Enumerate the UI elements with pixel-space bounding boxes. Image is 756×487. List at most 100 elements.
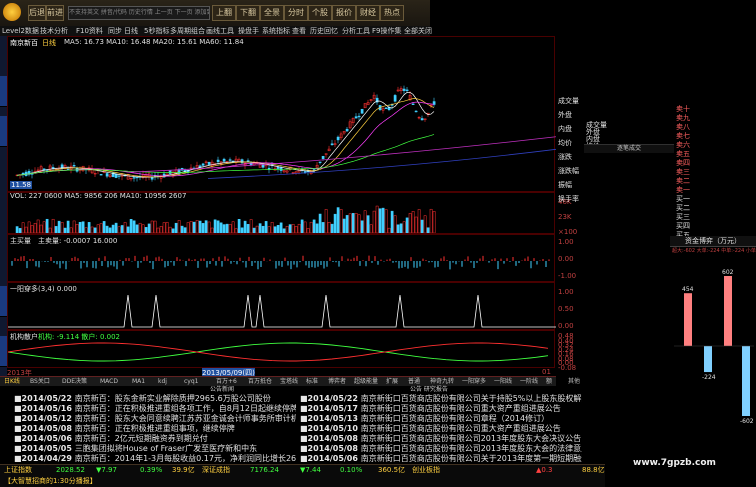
- kline-candle: [222, 158, 226, 162]
- pagedown-button[interactable]: 下翻: [236, 5, 260, 21]
- side-tab-2[interactable]: [0, 116, 7, 147]
- volume-bar: [354, 212, 358, 233]
- menu-day[interactable]: 日线: [124, 26, 138, 36]
- indicator-tab[interactable]: 百万抵仓: [248, 377, 272, 386]
- indicator-tab[interactable]: MA1: [132, 377, 145, 386]
- indicator-tab[interactable]: 额: [546, 377, 552, 386]
- news-right-item[interactable]: ■2014/05/08 南京新街口百货商店股份有限公司2013年度股东大会决议公…: [300, 434, 582, 444]
- menu-level2[interactable]: Level2数据: [2, 26, 39, 36]
- quote-button[interactable]: 报价: [332, 5, 356, 21]
- hot-button[interactable]: 热点: [380, 5, 404, 21]
- macd-panel[interactable]: 主买量 主卖量: -0.0007 16.000: [7, 234, 555, 282]
- indicator-tab[interactable]: 扩展: [386, 377, 398, 386]
- volume-bar: [192, 221, 196, 233]
- indicator-tab[interactable]: 其他: [568, 377, 580, 386]
- news-right-item[interactable]: ■2014/05/22 南京新街口百货商店股份有限公司关于持股5%以上股东股权解…: [300, 394, 582, 404]
- indicator-tab[interactable]: MACD: [100, 377, 118, 386]
- volume-bar: [114, 222, 118, 233]
- menu-tech[interactable]: 技术分析: [40, 26, 68, 36]
- news-right-item[interactable]: ■2014/05/06 南京新街口百货商店股份有限公司关于2013年度第一期短期…: [300, 454, 582, 464]
- volume-bar: [261, 225, 265, 233]
- volume-panel[interactable]: VOL: 227 0600 MA5: 9856 206 MA10: 10956 …: [7, 192, 555, 234]
- indicator-tab[interactable]: 宝塔线: [280, 377, 298, 386]
- news-left-item[interactable]: ■2014/05/06 南京新百：2亿元短期融资券到期兑付: [14, 434, 296, 444]
- news-left-item[interactable]: ■2014/04/29 南京新百：2014年1-3月每股收益0.17元，净利润同…: [14, 454, 296, 464]
- news-left-item[interactable]: ■2014/05/22 南京新百：股东金新实业解除质押2965.6万股公司股份: [14, 394, 296, 404]
- news-left-item[interactable]: ■2014/05/05 三胞集团拟将House of Fraser广发至医疗新和…: [14, 444, 296, 454]
- macd-tick: 0.00: [558, 255, 574, 263]
- indicator-tab[interactable]: 百万+6: [216, 377, 237, 386]
- x-axis: 2013年 2013/05/09(四) 01: [7, 368, 555, 378]
- menu-view[interactable]: 查看: [292, 26, 306, 36]
- finance-button[interactable]: 财经: [356, 5, 380, 21]
- news-left-item[interactable]: ■2014/05/16 南京新百：正在积极推进重组各项工作，自8月12日起继续停…: [14, 404, 296, 414]
- volume-bar: [105, 225, 109, 233]
- indicator-tab[interactable]: 标准: [306, 377, 318, 386]
- indicator-tab[interactable]: 博弈者: [328, 377, 346, 386]
- side-tab-1[interactable]: [0, 76, 7, 107]
- back-button[interactable]: 后退: [28, 5, 46, 21]
- fund-bar: [724, 276, 732, 346]
- overview-button[interactable]: 全景: [260, 5, 284, 21]
- forward-button[interactable]: 前进: [46, 5, 64, 21]
- indicator-tab[interactable]: kdj: [158, 377, 167, 386]
- indicator-tab[interactable]: 一阶线: [520, 377, 538, 386]
- volume-bar: [399, 223, 403, 233]
- menu-f10[interactable]: F10资料: [76, 26, 103, 36]
- fundflow-panel[interactable]: 机构散户 机构: -9.114 散户: 0.002: [7, 330, 555, 368]
- volume-bar: [126, 226, 130, 233]
- news-left-item[interactable]: ■2014/05/08 南京新百：正在积极推进重组事项，继续停牌: [14, 424, 296, 434]
- menu-history[interactable]: 历史回忆: [310, 26, 338, 36]
- kline-panel[interactable]: 南京新百 日线 MA5: 16.73 MA10: 16.48 MA20: 15.…: [7, 36, 556, 192]
- institution-line: [8, 342, 549, 362]
- stock-button[interactable]: 个股: [308, 5, 332, 21]
- broadcast-text[interactable]: 【大智慧招商的1:30分播报】: [4, 476, 97, 487]
- kline-candle: [354, 116, 358, 119]
- pageup-button[interactable]: 上翻: [212, 5, 236, 21]
- indicator-tab[interactable]: 超级能量: [354, 377, 378, 386]
- news-right-header: 公告 研究报告: [410, 386, 448, 393]
- kline-candle: [420, 118, 424, 121]
- menu-trader[interactable]: 操盘手: [238, 26, 259, 36]
- volume-bar: [69, 227, 73, 233]
- kline-candle: [384, 107, 388, 109]
- menu-multi[interactable]: 多周期组合: [170, 26, 205, 36]
- indicator-tab[interactable]: 神奇九转: [430, 377, 454, 386]
- side-tab-3[interactable]: [0, 286, 7, 317]
- menu-closeall[interactable]: 全部关闭: [404, 26, 432, 36]
- volume-bar: [156, 227, 160, 233]
- news-title: 南京新百：2亿元短期融资券到期兑付: [74, 434, 208, 443]
- side-tab-4[interactable]: [0, 336, 7, 367]
- kline-candle: [336, 136, 340, 141]
- menu-tools[interactable]: 分析工具: [342, 26, 370, 36]
- volume-bar: [96, 224, 100, 233]
- news-right-item[interactable]: ■2014/05/10 南京新街口百货商店股份有限公司重大资产重组进展公告: [300, 424, 582, 434]
- volume-bar: [357, 214, 361, 233]
- indicator-tab[interactable]: 一阳线: [494, 377, 512, 386]
- indicator-tab[interactable]: cyq1: [184, 377, 198, 386]
- menu-sysind[interactable]: 系统指标: [262, 26, 290, 36]
- menu-5s[interactable]: 5秒指标: [144, 26, 169, 36]
- indicator-tab[interactable]: 一阳穿多: [462, 377, 486, 386]
- kline-candle: [216, 159, 220, 163]
- indicator-tab[interactable]: DDE决策: [62, 377, 87, 386]
- news-right-item[interactable]: ■2014/05/17 南京新街口百货商店股份有限公司重大资产重组进展公告: [300, 404, 582, 414]
- news-left-item[interactable]: ■2014/05/12 南京新百：股东大会同意续聘江苏苏亚金诚会计师事务所审计机…: [14, 414, 296, 424]
- indicator-tab[interactable]: 普通: [408, 377, 420, 386]
- search-input[interactable]: 不支持英文 拼音/代码 历史行情 上一页 下一页 添加到自选股: [68, 6, 210, 20]
- volume-bar: [18, 228, 22, 233]
- kline-candle: [267, 167, 271, 170]
- volume-bar: [57, 220, 61, 233]
- menu-draw[interactable]: 画线工具: [206, 26, 234, 36]
- kline-candle: [201, 163, 205, 166]
- news-right-item[interactable]: ■2014/05/08 南京新街口百货商店股份有限公司2013年度股东大会的法律…: [300, 444, 582, 454]
- menu-f9[interactable]: F9操作集: [372, 26, 401, 36]
- signal-panel[interactable]: 一阳穿多(3,4) 0.000: [7, 282, 556, 330]
- indicator-tab[interactable]: BS关口: [30, 377, 50, 386]
- menu-sync[interactable]: 同步: [108, 26, 122, 36]
- timeshare-button[interactable]: 分时: [284, 5, 308, 21]
- volume-bar: [384, 209, 388, 233]
- volume-bar: [33, 222, 37, 233]
- news-right-item[interactable]: ■2014/05/13 南京新街口百货商店股份有限公司章程（2014修订）: [300, 414, 582, 424]
- indicator-tab[interactable]: 日K线: [4, 377, 20, 386]
